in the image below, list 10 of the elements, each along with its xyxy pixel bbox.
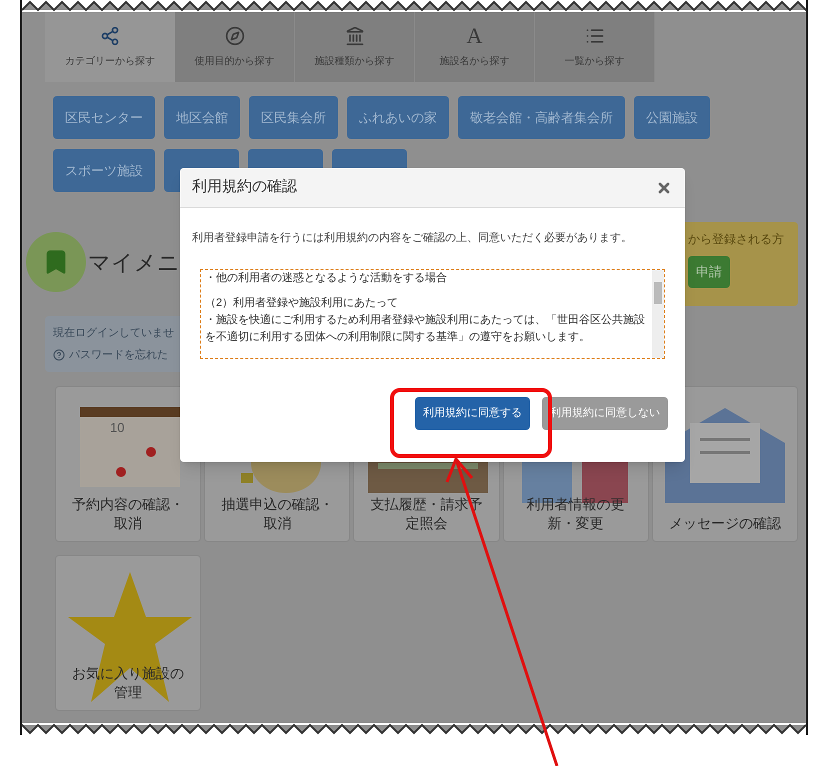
dialog-title: 利用規約の確認 xyxy=(192,177,297,198)
letter-icon: A xyxy=(466,26,482,46)
dialog-message: 利用者登録申請を行うには利用規約の内容をご確認の上、同意いただく必要があります。 xyxy=(191,230,633,246)
terms-line: （2）利用者登録や施設利用にあたって xyxy=(205,296,400,310)
register-text: から登録される方 xyxy=(688,231,784,248)
terms-line: ・他の利用者の迷惑となるような活動をする場合 xyxy=(205,270,448,286)
my-menu-heading: マイメニ xyxy=(88,248,180,276)
calendar-date: 10 xyxy=(110,421,124,435)
terms-line: ・施設を快適にご利用するため利用者登録や施設利用にあたっては、「世田谷区公共施設を不適切に利用する団体への利用制限に関する基準」の遵守をお願いします。 xyxy=(205,312,646,344)
login-status-text: 現在ログインしていませ xyxy=(53,326,174,340)
